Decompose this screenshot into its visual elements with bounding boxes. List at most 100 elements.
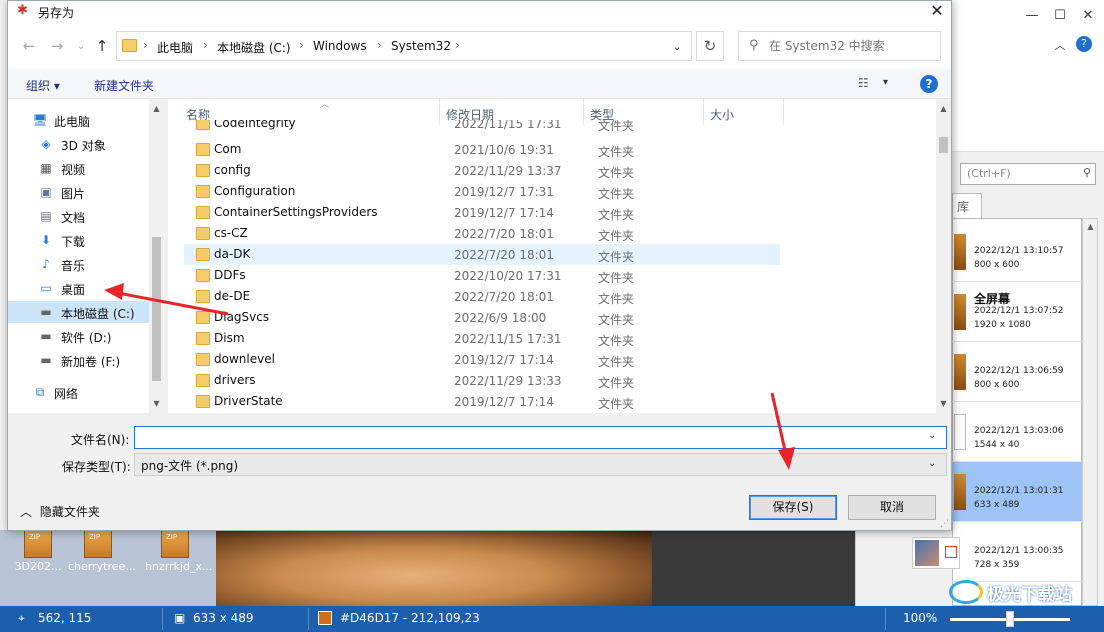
- file-list-scrollbar[interactable]: ▲ ▼: [936, 99, 951, 413]
- sort-up-icon: ︿: [320, 100, 330, 110]
- collapse-ribbon-icon[interactable]: ︿: [1050, 36, 1070, 56]
- up-button[interactable]: ↑: [91, 35, 113, 57]
- filetype-select[interactable]: png-文件 (*.png): [134, 453, 947, 476]
- cancel-button[interactable]: 取消: [848, 495, 936, 520]
- tree-item-drive-d[interactable]: ▬ 软件 (D:): [8, 325, 150, 347]
- search-box[interactable]: ⚲: [738, 31, 941, 61]
- address-bar[interactable]: › 此电脑 › 本地磁盘 (C:) › Windows › System32 ›…: [116, 31, 692, 61]
- folder-icon: [196, 290, 210, 303]
- history-thumbnail[interactable]: [912, 537, 960, 569]
- tree-item-desktop[interactable]: ▭ 桌面: [8, 277, 150, 299]
- scroll-up-icon[interactable]: ▲: [1083, 219, 1098, 234]
- chevron-right-icon[interactable]: ›: [143, 38, 148, 52]
- image-size-icon: ▣: [174, 611, 186, 625]
- scrollbar-thumb[interactable]: [939, 137, 948, 153]
- tree-item-network[interactable]: ⧉ 网络: [8, 381, 150, 403]
- file-row[interactable]: Dism 2022/11/15 17:31 文件夹: [184, 328, 780, 349]
- file-row[interactable]: ContainerSettingsProviders 2019/12/7 17:…: [184, 202, 780, 223]
- tree-item-label: 软件 (D:): [61, 331, 112, 345]
- checkbox-icon[interactable]: [945, 546, 957, 558]
- chevron-down-icon[interactable]: ⌄: [668, 38, 686, 56]
- scroll-down-icon[interactable]: ▼: [149, 396, 164, 411]
- hide-folders-toggle[interactable]: ︿ 隐藏文件夹: [20, 503, 100, 520]
- history-item[interactable]: 全屏幕 2022/12/1 13:07:52 1920 x 1080: [952, 282, 1082, 342]
- tree-item-drive-f[interactable]: ▬ 新加卷 (F:): [8, 349, 150, 371]
- chevron-right-icon[interactable]: ›: [377, 38, 382, 52]
- file-type: 文件夹: [598, 334, 635, 348]
- save-button[interactable]: 保存(S): [749, 495, 837, 520]
- chevron-right-icon[interactable]: ›: [455, 38, 460, 52]
- command-bar: 组织 ▾ 新建文件夹 ☷ ▾ ?: [8, 69, 951, 99]
- chevron-down-icon[interactable]: ⌄: [928, 430, 936, 441]
- help-icon[interactable]: ?: [920, 75, 938, 93]
- maximize-icon[interactable]: ☐: [1050, 6, 1070, 26]
- minimize-icon[interactable]: —: [1022, 6, 1042, 26]
- filename-input[interactable]: [134, 426, 947, 449]
- tree-item-label: 网络: [54, 387, 79, 401]
- image-icon: ▣: [40, 185, 52, 199]
- zoom-slider-thumb[interactable]: [1006, 611, 1014, 627]
- scroll-down-icon[interactable]: ▼: [936, 396, 951, 411]
- chevron-right-icon[interactable]: ›: [299, 38, 304, 52]
- breadcrumb-this-pc[interactable]: 此电脑: [157, 39, 193, 56]
- file-row[interactable]: Com 2021/10/6 19:31 文件夹: [184, 139, 780, 160]
- file-row[interactable]: DiagSvcs 2022/6/9 18:00 文件夹: [184, 307, 780, 328]
- tree-item-drive-c[interactable]: ▬ 本地磁盘 (C:): [8, 301, 150, 323]
- desktop-icon: ▭: [40, 281, 52, 295]
- recent-locations-button[interactable]: ⌄: [70, 35, 92, 57]
- chevron-down-icon[interactable]: ⌄: [928, 458, 936, 469]
- breadcrumb-system32[interactable]: System32: [391, 39, 451, 53]
- forward-button[interactable]: →: [46, 35, 68, 57]
- desktop-file-icon[interactable]: cherrytree...: [68, 530, 136, 573]
- history-item-selected[interactable]: 2022/12/1 13:01:31 633 x 489: [952, 462, 1082, 522]
- chevron-down-icon[interactable]: ▾: [883, 77, 888, 88]
- tree-item-documents[interactable]: ▤ 文档: [8, 205, 150, 227]
- scroll-up-icon[interactable]: ▲: [936, 101, 951, 116]
- view-options-icon[interactable]: ☷: [858, 76, 869, 90]
- file-row[interactable]: CodeIntegrity 2022/11/15 17:31 文件夹: [184, 120, 780, 134]
- history-item[interactable]: 2022/12/1 13:06:59 800 x 600: [952, 342, 1082, 402]
- new-folder-button[interactable]: 新建文件夹: [94, 77, 154, 94]
- file-row[interactable]: DriverState 2019/12/7 17:14 文件夹: [184, 391, 780, 412]
- scroll-up-icon[interactable]: ▲: [149, 101, 164, 116]
- drive-d-icon: ▬: [40, 329, 52, 343]
- tree-item-3d-objects[interactable]: ◈ 3D 对象: [8, 133, 150, 155]
- file-row[interactable]: config 2022/11/29 13:37 文件夹: [184, 160, 780, 181]
- organize-button[interactable]: 组织 ▾: [26, 77, 60, 94]
- history-scrollbar[interactable]: ▲: [1082, 218, 1098, 606]
- history-item-date: 2022/12/1 13:03:06: [974, 426, 1064, 436]
- history-search-input[interactable]: (Ctrl+F) ⚲: [960, 163, 1096, 185]
- file-row[interactable]: cs-CZ 2022/7/20 18:01 文件夹: [184, 223, 780, 244]
- desktop-file-icon[interactable]: hnzrrkjd_x...: [145, 530, 212, 573]
- history-item[interactable]: 2022/12/1 13:00:35 728 x 359: [952, 522, 1082, 582]
- breadcrumb-drive-c[interactable]: 本地磁盘 (C:): [217, 39, 291, 56]
- file-row-hovered[interactable]: da-DK 2022/7/20 18:01 文件夹: [184, 244, 780, 265]
- folder-icon: [196, 395, 210, 408]
- file-row[interactable]: DDFs 2022/10/20 17:31 文件夹: [184, 265, 780, 286]
- history-item[interactable]: 2022/12/1 13:03:06 1544 x 40: [952, 402, 1082, 462]
- resize-grip-icon[interactable]: ⋰: [940, 519, 949, 529]
- tree-item-music[interactable]: ♪ 音乐: [8, 253, 150, 275]
- tree-item-downloads[interactable]: ⬇ 下载: [8, 229, 150, 251]
- library-tab[interactable]: 库: [952, 193, 982, 218]
- back-button[interactable]: ←: [18, 35, 40, 57]
- search-icon[interactable]: ⚲: [1083, 166, 1091, 179]
- close-icon[interactable]: ✕: [1078, 6, 1098, 26]
- scrollbar-thumb[interactable]: [152, 237, 161, 381]
- file-row[interactable]: drivers 2022/11/29 13:33 文件夹: [184, 370, 780, 391]
- file-row[interactable]: downlevel 2019/12/7 17:14 文件夹: [184, 349, 780, 370]
- tree-item-this-pc[interactable]: 🖥 此电脑: [8, 109, 150, 131]
- tree-item-pictures[interactable]: ▣ 图片: [8, 181, 150, 203]
- chevron-right-icon[interactable]: ›: [203, 38, 208, 52]
- desktop-file-icon[interactable]: 3D202...: [8, 530, 68, 573]
- nav-scrollbar[interactable]: ▲ ▼: [149, 99, 164, 413]
- refresh-button[interactable]: ↻: [696, 31, 724, 61]
- history-item[interactable]: 2022/12/1 13:10:57 800 x 600: [952, 222, 1082, 282]
- search-input[interactable]: [769, 37, 934, 55]
- help-icon[interactable]: ?: [1076, 36, 1092, 52]
- tree-item-videos[interactable]: ▦ 视频: [8, 157, 150, 179]
- file-row[interactable]: Configuration 2019/12/7 17:31 文件夹: [184, 181, 780, 202]
- breadcrumb-windows[interactable]: Windows: [313, 39, 367, 53]
- close-button[interactable]: ✕: [923, 1, 951, 23]
- file-row[interactable]: de-DE 2022/7/20 18:01 文件夹: [184, 286, 780, 307]
